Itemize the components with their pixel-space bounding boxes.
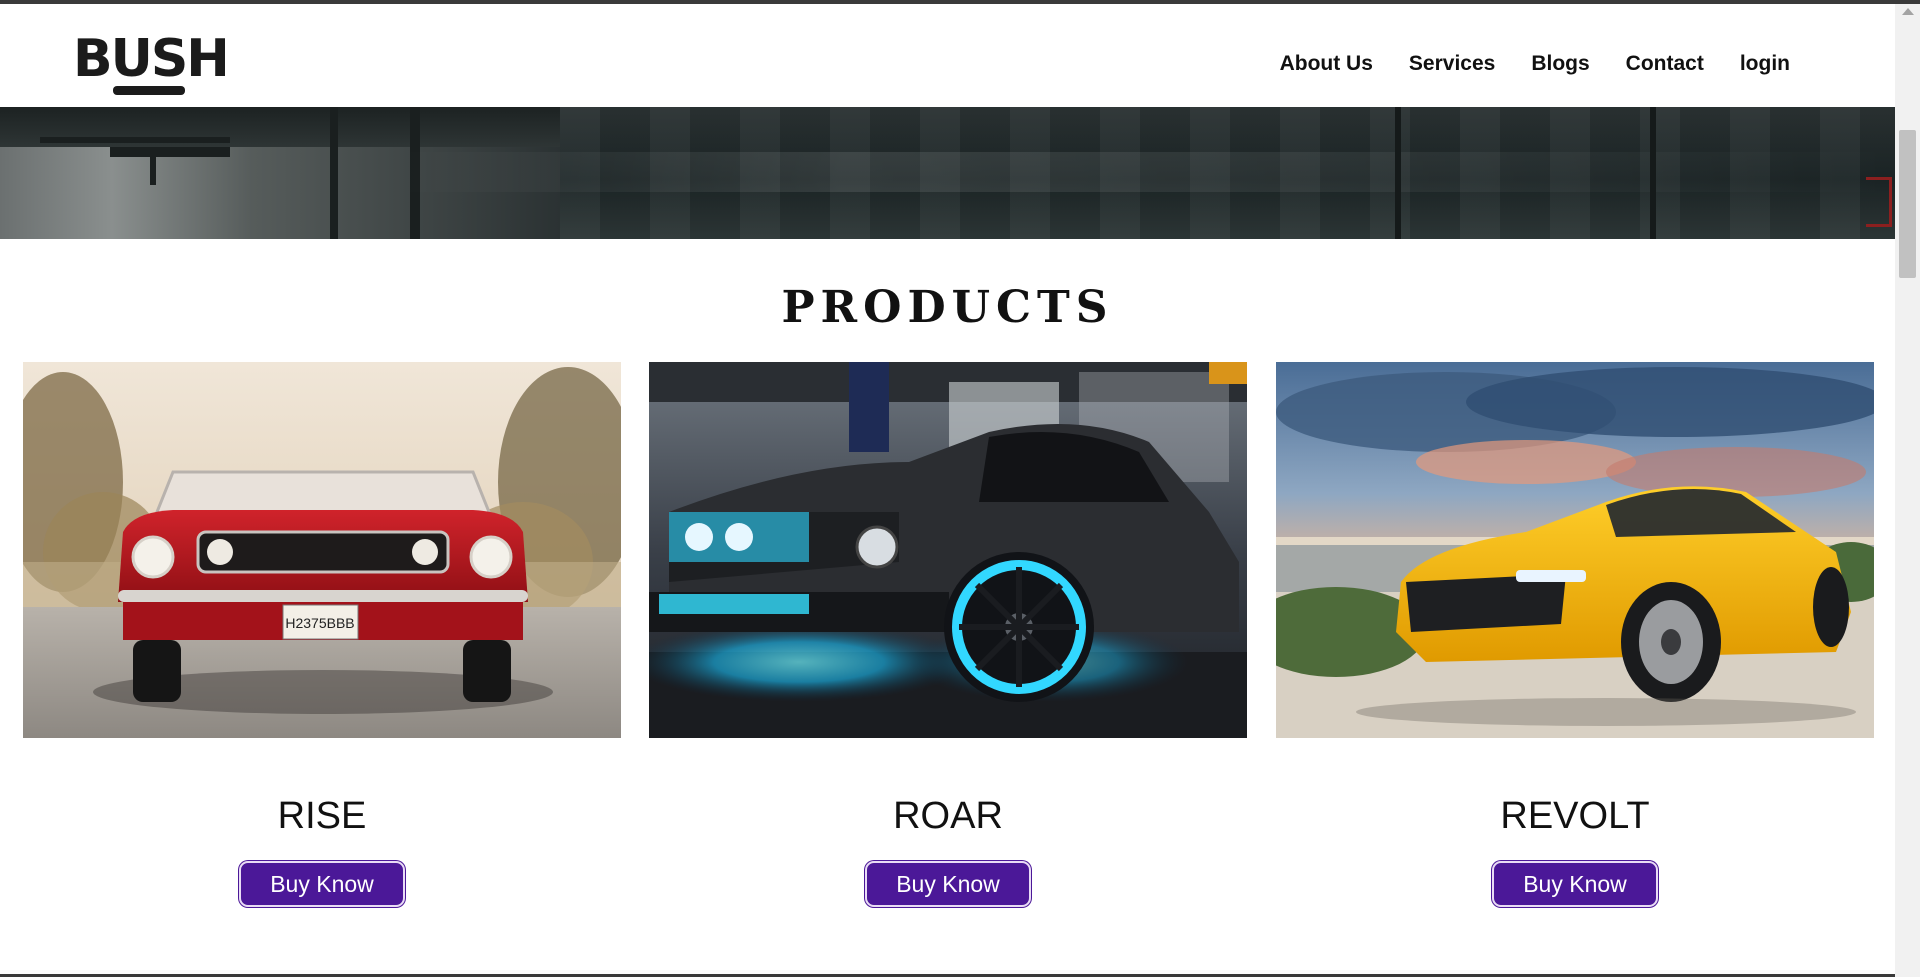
hero-column — [1650, 107, 1656, 239]
nav-login[interactable]: login — [1740, 52, 1790, 76]
nav-services[interactable]: Services — [1409, 52, 1495, 76]
hero-pipe — [150, 155, 156, 185]
hero-column — [1395, 107, 1401, 239]
hero-red-frame — [1866, 177, 1892, 227]
product-image-roar[interactable] — [649, 362, 1247, 738]
vertical-scrollbar[interactable] — [1895, 4, 1920, 977]
scroll-thumb[interactable] — [1899, 130, 1916, 278]
nav-blogs[interactable]: Blogs — [1531, 52, 1589, 76]
buy-button-roar[interactable]: Buy Know — [865, 861, 1031, 907]
logo-underline — [113, 86, 185, 95]
product-name-revolt: REVOLT — [1500, 795, 1650, 837]
product-card-roar: ROAR Buy Know — [649, 362, 1247, 907]
buy-button-rise[interactable]: Buy Know — [239, 861, 405, 907]
nav-about-us[interactable]: About Us — [1280, 52, 1373, 76]
hero-pipe — [110, 147, 230, 157]
black-muscle-car-image — [649, 362, 1247, 738]
main-nav: About Us Services Blogs Contact login — [1280, 52, 1790, 76]
hero-banner-image — [0, 107, 1895, 239]
site-header: BUSH About Us Services Blogs Contact log… — [0, 4, 1895, 107]
hero-pipe — [40, 137, 230, 143]
page: BUSH About Us Services Blogs Contact log… — [0, 0, 1920, 977]
yellow-sports-car-image — [1276, 362, 1874, 738]
products-heading: PRODUCTS — [781, 282, 1114, 333]
brand-logo[interactable]: BUSH — [73, 29, 230, 100]
scroll-up-arrow-icon[interactable] — [1902, 8, 1914, 15]
product-image-rise[interactable]: H2375BBB — [23, 362, 621, 738]
hero-light-band — [400, 152, 1895, 192]
product-card-rise: H2375BBB RISE Buy Know — [23, 362, 621, 907]
product-name-roar: ROAR — [893, 795, 1003, 837]
red-classic-car-image: H2375BBB — [23, 362, 621, 738]
nav-contact[interactable]: Contact — [1626, 52, 1704, 76]
license-plate-text: H2375BBB — [285, 615, 354, 631]
hero-pipe — [330, 107, 338, 239]
product-image-revolt[interactable] — [1276, 362, 1874, 738]
buy-button-revolt[interactable]: Buy Know — [1492, 861, 1658, 907]
brand-logo-text: BUSH — [73, 29, 230, 89]
product-name-rise: RISE — [277, 795, 367, 837]
product-card-revolt: REVOLT Buy Know — [1276, 362, 1874, 907]
